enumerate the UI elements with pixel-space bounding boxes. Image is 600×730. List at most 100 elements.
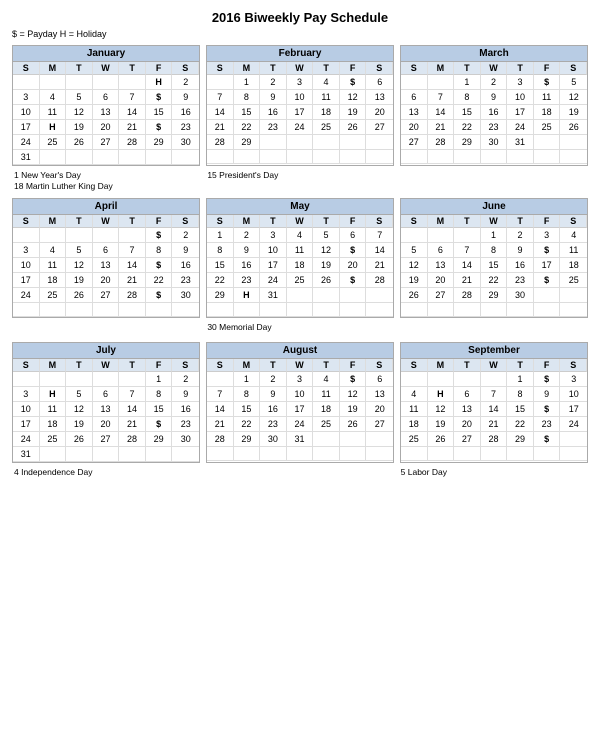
calendar-cell: 17 <box>287 105 314 120</box>
calendar-cell: 8 <box>234 90 261 105</box>
calendar-cell: 14 <box>207 402 234 417</box>
calendar-cell <box>13 75 40 90</box>
calendar-cell <box>401 150 428 164</box>
calendar-cell: 6 <box>428 243 455 258</box>
day-header: S <box>13 62 40 75</box>
day-header: M <box>428 62 455 75</box>
calendar-cell: $ <box>534 402 561 417</box>
calendar-cell <box>13 303 40 317</box>
calendar-cell: $ <box>534 273 561 288</box>
calendar-cell: 4 <box>401 387 428 402</box>
calendar-cell: 17 <box>13 417 40 432</box>
calendar-cell: 29 <box>234 135 261 150</box>
calendar-cell: 1 <box>146 372 173 387</box>
calendar-cell: 4 <box>40 243 67 258</box>
calendar-cell <box>207 303 234 317</box>
calendar-cell: 22 <box>234 120 261 135</box>
calendar-cell: 4 <box>560 228 587 243</box>
calendar-february: FebruarySMTWTFS1234$67891011121314151617… <box>206 45 394 166</box>
calendar-grid-july: SMTWTFS123H56789101112131415161718192021… <box>13 359 199 462</box>
calendar-cell: 10 <box>560 387 587 402</box>
calendar-cell: 9 <box>172 90 199 105</box>
day-header: T <box>454 215 481 228</box>
calendar-cell: 16 <box>260 105 287 120</box>
calendar-cell: 12 <box>560 90 587 105</box>
calendar-cell: 23 <box>172 417 199 432</box>
day-header: S <box>560 62 587 75</box>
calendar-cell <box>507 447 534 461</box>
day-header: T <box>260 62 287 75</box>
calendar-cell: 22 <box>507 417 534 432</box>
calendar-cell <box>560 432 587 447</box>
calendar-cell: $ <box>146 120 173 135</box>
calendar-cell: 26 <box>560 120 587 135</box>
calendar-cell: 29 <box>454 135 481 150</box>
calendar-cell: 20 <box>428 273 455 288</box>
month-notes: 5 Labor Day <box>401 467 588 478</box>
day-header: F <box>146 62 173 75</box>
calendar-september: SeptemberSMTWTFS1$34H6789101112131415$17… <box>400 342 588 463</box>
calendar-cell: 27 <box>366 417 393 432</box>
calendar-cell: 13 <box>366 90 393 105</box>
calendar-cell: $ <box>146 228 173 243</box>
calendar-cell: $ <box>340 372 367 387</box>
calendar-grid-february: SMTWTFS1234$6789101112131415161718192021… <box>207 62 393 164</box>
calendar-cell: 11 <box>560 243 587 258</box>
calendar-cell: 11 <box>40 402 67 417</box>
calendar-april: AprilSMTWTFS$234567891011121314$16171819… <box>12 198 200 318</box>
calendar-cell: 13 <box>401 105 428 120</box>
calendar-cell: 29 <box>481 288 508 303</box>
calendar-cell: 6 <box>401 90 428 105</box>
calendar-cell: 1 <box>481 228 508 243</box>
calendar-cell: 8 <box>146 243 173 258</box>
calendar-cell: 29 <box>234 432 261 447</box>
calendar-header-march: March <box>401 46 587 62</box>
calendar-cell <box>340 288 367 303</box>
calendar-cell: 28 <box>119 135 146 150</box>
calendar-cell: 30 <box>481 135 508 150</box>
calendar-cell: 12 <box>66 105 93 120</box>
calendar-cell: 24 <box>507 120 534 135</box>
calendar-cell <box>66 150 93 165</box>
day-header: F <box>534 359 561 372</box>
day-header: F <box>340 62 367 75</box>
calendar-cell: 29 <box>146 135 173 150</box>
calendar-cell: 26 <box>340 417 367 432</box>
calendar-cell: 7 <box>119 243 146 258</box>
month-notes: 4 Independence Day <box>14 467 201 478</box>
calendar-cell: 21 <box>428 120 455 135</box>
calendar-cell <box>234 303 261 317</box>
calendar-cell <box>481 372 508 387</box>
calendar-header-august: August <box>207 343 393 359</box>
calendar-cell: 22 <box>454 120 481 135</box>
calendar-cell <box>313 135 340 150</box>
calendar-cell: 31 <box>13 447 40 462</box>
day-header: W <box>93 62 120 75</box>
calendar-cell: 12 <box>401 258 428 273</box>
calendar-cell: 25 <box>40 288 67 303</box>
calendar-cell <box>234 447 261 461</box>
calendar-cell: 23 <box>481 120 508 135</box>
calendar-cell: 1 <box>507 372 534 387</box>
calendar-cell <box>428 372 455 387</box>
calendar-cell <box>340 432 367 447</box>
calendar-cell: 5 <box>313 228 340 243</box>
calendar-cell: 21 <box>119 273 146 288</box>
calendar-cell: 22 <box>234 417 261 432</box>
calendar-cell: 7 <box>428 90 455 105</box>
calendar-cell <box>313 288 340 303</box>
day-header: T <box>260 215 287 228</box>
day-header: S <box>560 215 587 228</box>
day-header: M <box>234 215 261 228</box>
calendar-cell: 18 <box>40 417 67 432</box>
calendar-cell <box>313 150 340 164</box>
calendar-cell: 16 <box>172 402 199 417</box>
calendar-cell <box>340 447 367 461</box>
calendar-cell: 20 <box>93 120 120 135</box>
calendar-cell: 2 <box>260 75 287 90</box>
calendar-cell <box>401 228 428 243</box>
calendar-cell <box>287 135 314 150</box>
legend: $ = Payday H = Holiday <box>12 29 588 39</box>
calendar-cell: 5 <box>401 243 428 258</box>
calendar-cell <box>93 150 120 165</box>
